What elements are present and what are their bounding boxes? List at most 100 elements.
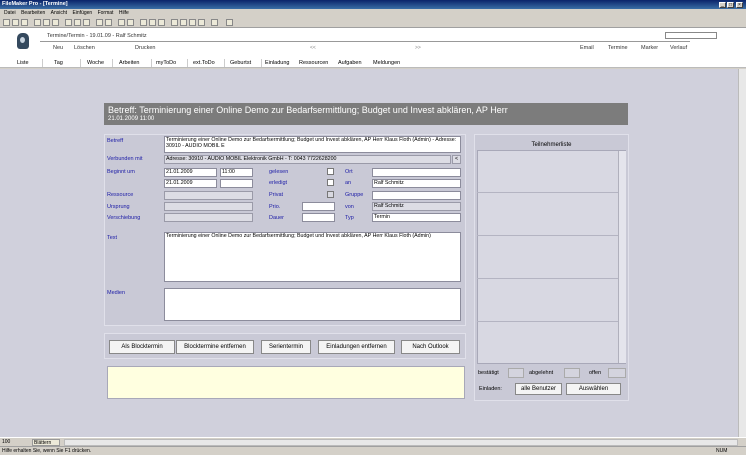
ursprung-label: Ursprung <box>107 204 130 210</box>
redo-icon[interactable] <box>105 19 112 26</box>
nav-tag[interactable]: Tag <box>54 60 63 66</box>
text-area[interactable]: Terminierung einer Online Demo zur Bedar… <box>164 232 461 282</box>
sort-icon[interactable] <box>118 19 125 26</box>
participants-list[interactable] <box>477 150 626 364</box>
maximize-button[interactable]: □ <box>727 1 734 8</box>
table-icon[interactable] <box>149 19 156 26</box>
account-icon[interactable] <box>198 19 205 26</box>
record-title: Termine/Termin - 19.01.09 - Ralf Schmitz <box>47 33 147 39</box>
nav-separator <box>261 59 262 67</box>
blocktermine-entfernen-button[interactable]: Blocktermine entfernen <box>176 340 254 354</box>
new-record-button[interactable]: Neu <box>53 45 63 51</box>
verlauf-link[interactable]: Verlauf <box>670 45 687 51</box>
nav-liste[interactable]: Liste <box>17 60 29 66</box>
nav-aufgaben[interactable]: Aufgaben <box>338 60 362 66</box>
help-icon[interactable] <box>226 19 233 26</box>
abgelehnt-count <box>564 368 580 378</box>
termine-link[interactable]: Termine <box>608 45 628 51</box>
nav-mytodo[interactable]: myToDo <box>156 60 176 66</box>
als-blocktermin-button[interactable]: Als Blocktermin <box>109 340 175 354</box>
menu-ansicht[interactable]: Ansicht <box>51 10 67 16</box>
next-record-button[interactable]: >> <box>415 45 421 51</box>
open-icon[interactable] <box>12 19 19 26</box>
minimize-button[interactable]: _ <box>719 1 726 8</box>
find-icon[interactable] <box>127 19 134 26</box>
ursprung-field[interactable] <box>164 202 253 211</box>
serientermin-button[interactable]: Serientermin <box>261 340 311 354</box>
alle-benutzer-button[interactable]: alle Benutzer <box>515 383 562 395</box>
privat-label: Privat <box>269 192 284 198</box>
prio-label: Prio. <box>269 204 281 210</box>
verbunden-goto-button[interactable]: < <box>452 155 461 164</box>
undo-icon[interactable] <box>96 19 103 26</box>
layout-icon[interactable] <box>140 19 147 26</box>
copy-icon[interactable] <box>74 19 81 26</box>
list-icon[interactable] <box>158 19 165 26</box>
gruppe-field[interactable] <box>372 191 461 200</box>
end-time-field[interactable] <box>220 179 253 188</box>
save-icon[interactable] <box>21 19 28 26</box>
end-date-field[interactable]: 21.01.2009 <box>164 179 217 188</box>
participants-scrollbar[interactable] <box>618 151 626 363</box>
verbunden-label: Verbunden mit <box>107 156 143 162</box>
preview-icon[interactable] <box>43 19 50 26</box>
nav-arbeiten[interactable]: Arbeiten <box>119 60 140 66</box>
einladungen-entfernen-button[interactable]: Einladungen entfernen <box>318 340 395 354</box>
print-icon[interactable] <box>34 19 41 26</box>
typ-field[interactable]: Termin <box>372 213 461 222</box>
nach-outlook-button[interactable]: Nach Outlook <box>401 340 460 354</box>
verschiebung-field[interactable] <box>164 213 253 222</box>
nav-ressourcen[interactable]: Ressourcen <box>299 60 328 66</box>
von-field[interactable]: Ralf Schmitz <box>372 202 461 211</box>
horizontal-scrollbar[interactable] <box>64 439 738 446</box>
share-icon[interactable] <box>211 19 218 26</box>
auswaehlen-button[interactable]: Auswählen <box>566 383 621 395</box>
new-file-icon[interactable] <box>3 19 10 26</box>
paste-icon[interactable] <box>83 19 90 26</box>
email-link[interactable]: Email <box>580 45 594 51</box>
cut-icon[interactable] <box>65 19 72 26</box>
define-icon[interactable] <box>189 19 196 26</box>
script-icon[interactable] <box>180 19 187 26</box>
start-date-field[interactable]: 21.01.2009 <box>164 168 217 177</box>
nav-geburtstag[interactable]: Geburtst <box>230 60 251 66</box>
mode-selector[interactable]: Blättern <box>32 439 60 446</box>
note-field[interactable] <box>107 366 465 399</box>
previous-record-button[interactable]: << <box>310 45 316 51</box>
marker-link[interactable]: Marker <box>641 45 658 51</box>
nav-ext-todo[interactable]: ext.ToDo <box>193 60 215 66</box>
dauer-field[interactable] <box>302 213 335 222</box>
ort-field[interactable] <box>372 168 461 177</box>
spellcheck-icon[interactable] <box>52 19 59 26</box>
delete-record-button[interactable]: Löschen <box>74 45 95 51</box>
an-field[interactable]: Ralf Schmitz <box>372 179 461 188</box>
nav-meldungen[interactable]: Meldungen <box>373 60 400 66</box>
bestaetigt-label: bestätigt <box>478 370 499 376</box>
privat-checkbox[interactable] <box>327 191 334 198</box>
start-time-field[interactable]: 11:00 <box>220 168 253 177</box>
menu-hilfe[interactable]: Hilfe <box>119 10 129 16</box>
erledigt-checkbox[interactable] <box>327 179 334 186</box>
gelesen-checkbox[interactable] <box>327 168 334 175</box>
window-scrollbar[interactable] <box>738 69 746 437</box>
betreff-label: Betreff <box>107 138 124 144</box>
record-icon[interactable] <box>171 19 178 26</box>
print-button[interactable]: Drucken <box>135 45 155 51</box>
prio-field[interactable] <box>302 202 335 211</box>
menu-format[interactable]: Format <box>98 10 114 16</box>
betreff-field[interactable]: Terminierung einer Online Demo zur Bedar… <box>164 136 461 153</box>
ressource-field[interactable] <box>164 191 253 200</box>
zoom-level[interactable]: 100 <box>2 439 10 445</box>
nav-einladung[interactable]: Einladung <box>265 60 289 66</box>
einladen-label: Einladen: <box>479 386 502 392</box>
menu-bearbeiten[interactable]: Bearbeiten <box>21 10 45 16</box>
quick-search-input[interactable] <box>665 32 717 39</box>
nav-woche[interactable]: Woche <box>87 60 104 66</box>
banner-title: Betreff: Terminierung einer Online Demo … <box>108 105 508 115</box>
medien-container[interactable] <box>164 288 461 321</box>
menu-einfuegen[interactable]: Einfügen <box>72 10 92 16</box>
close-button[interactable]: × <box>736 1 743 8</box>
menu-datei[interactable]: Datei <box>4 10 16 16</box>
nav-separator <box>224 59 225 67</box>
verbunden-field[interactable]: Adresse: 30910 - AUDIO MOBIL Elektronik … <box>164 155 451 164</box>
